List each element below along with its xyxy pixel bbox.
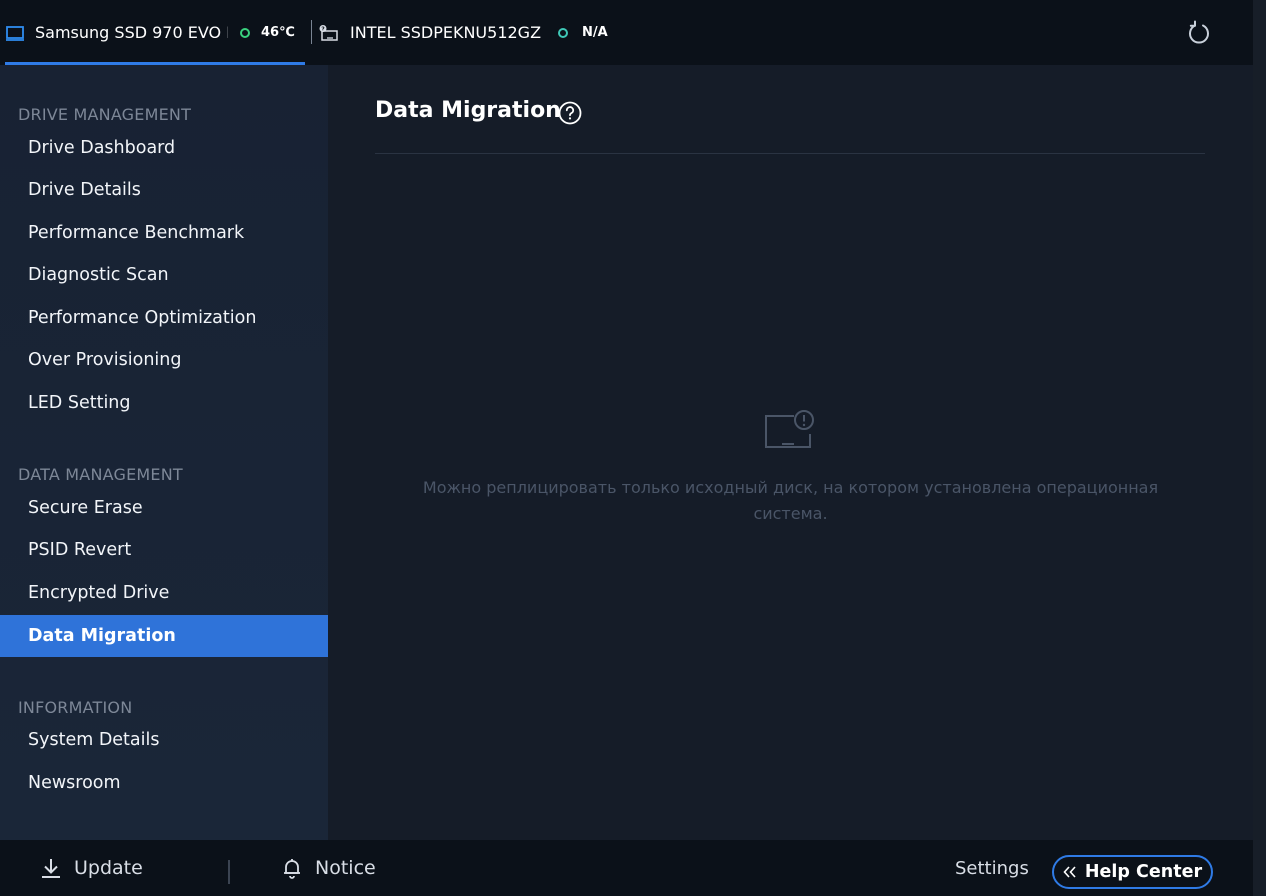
footer-divider — [228, 860, 230, 884]
sidebar-item-over-provisioning[interactable]: Over Provisioning — [0, 339, 328, 381]
section-title-information: INFORMATION — [18, 698, 133, 717]
sidebar-item-drive-details[interactable]: Drive Details — [0, 169, 328, 211]
drive-tab-samsung[interactable]: Samsung SSD 970 EVO Plus 46℃ — [5, 0, 305, 65]
notice-button[interactable]: Notice — [281, 840, 376, 896]
sidebar-item-system-details[interactable]: System Details — [0, 719, 328, 761]
sidebar-item-performance-benchmark[interactable]: Performance Benchmark — [0, 212, 328, 254]
empty-state-message: Можно реплицировать только исходный диск… — [422, 478, 1159, 523]
section-title-drive-management: DRIVE MANAGEMENT — [18, 105, 192, 124]
status-ring-icon — [240, 27, 250, 38]
top-bar: Samsung SSD 970 EVO Plus 46℃ ? INTEL SSD… — [0, 0, 1253, 65]
sidebar-item-diagnostic-scan[interactable]: Diagnostic Scan — [0, 254, 328, 296]
window-edge — [1253, 0, 1266, 896]
help-center-button[interactable]: Help Center — [1052, 855, 1213, 889]
monitor-drive-icon — [6, 25, 24, 41]
refresh-icon[interactable] — [1186, 20, 1212, 46]
drive-temperature: 46℃ — [261, 25, 295, 40]
double-chevron-left-icon — [1063, 866, 1077, 878]
sidebar-item-newsroom[interactable]: Newsroom — [0, 762, 328, 804]
update-button[interactable]: Update — [40, 840, 143, 896]
sidebar-item-led-setting[interactable]: LED Setting — [0, 382, 328, 424]
sidebar-item-drive-dashboard[interactable]: Drive Dashboard — [0, 127, 328, 169]
download-icon — [42, 859, 60, 878]
sidebar-item-performance-optimization[interactable]: Performance Optimization — [0, 297, 328, 339]
section-title-data-management: DATA MANAGEMENT — [18, 465, 183, 484]
update-label: Update — [74, 857, 143, 879]
sidebar: DRIVE MANAGEMENT Drive Dashboard Drive D… — [0, 65, 328, 840]
question-circle-icon[interactable] — [558, 101, 582, 125]
help-center-label: Help Center — [1084, 862, 1203, 882]
settings-link[interactable]: Settings — [955, 840, 1029, 896]
drive-tab-intel[interactable]: ? INTEL SSDPEKNU512GZ N/A — [318, 0, 618, 65]
bell-icon — [284, 859, 300, 879]
notice-label: Notice — [315, 857, 376, 879]
drive-temperature: N/A — [582, 25, 608, 40]
drive-name: INTEL SSDPEKNU512GZ — [350, 23, 542, 42]
sidebar-item-psid-revert[interactable]: PSID Revert — [0, 529, 328, 571]
sidebar-item-encrypted-drive[interactable]: Encrypted Drive — [0, 572, 328, 614]
status-ring-icon — [558, 27, 568, 38]
bottom-bar: Update Notice Settings Help Center — [0, 840, 1253, 896]
title-divider — [375, 153, 1205, 154]
drive-name: Samsung SSD 970 EVO Plus — [35, 23, 228, 42]
drive-info-icon: ? — [319, 24, 338, 41]
drive-warning-icon — [765, 410, 814, 448]
sidebar-item-data-migration[interactable]: Data Migration — [0, 615, 328, 657]
main-panel: Data Migration Можно реплицировать тольк… — [328, 65, 1253, 840]
page-title: Data Migration — [375, 98, 561, 123]
sidebar-item-secure-erase[interactable]: Secure Erase — [0, 487, 328, 529]
tab-divider — [311, 20, 312, 44]
